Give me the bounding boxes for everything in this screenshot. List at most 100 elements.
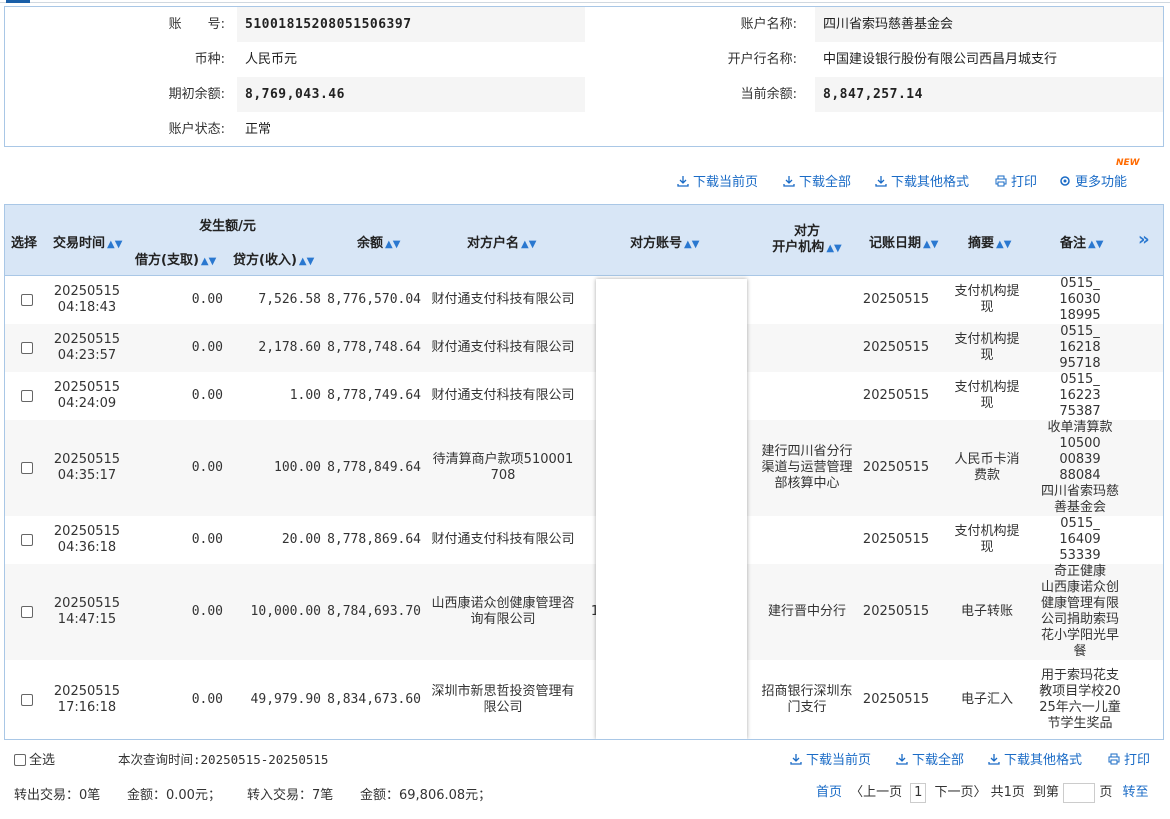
- cell-debit: 0.00: [191, 340, 223, 355]
- row-checkbox[interactable]: [21, 294, 33, 306]
- current-page[interactable]: 1: [910, 783, 927, 803]
- cell-balance: 8,778,749.64: [327, 388, 421, 403]
- current-balance-label: 当前余额:: [740, 87, 797, 102]
- printer-icon: [995, 175, 1007, 187]
- cell-summary: 支付机构提现: [954, 380, 1020, 411]
- account-name-label: 账户名称:: [740, 17, 797, 32]
- footer-download-all-button[interactable]: 下载全部: [896, 749, 964, 768]
- account-info-panel: 账 号: 51001815208051506397 账户名称: 四川省索玛慈善基…: [4, 6, 1164, 147]
- row-checkbox[interactable]: [21, 462, 33, 474]
- sort-icon: ▲▼: [923, 239, 939, 250]
- first-page-link[interactable]: 首页: [816, 785, 842, 800]
- new-badge: NEW: [1116, 158, 1140, 168]
- cell-counterparty-bank: [761, 372, 853, 420]
- goto-button[interactable]: 转至: [1122, 785, 1148, 800]
- header-remark[interactable]: 备注 ▲▼: [1060, 232, 1103, 251]
- select-all[interactable]: 全选: [14, 749, 55, 768]
- cell-balance: 8,776,570.04: [327, 292, 421, 307]
- header-credit[interactable]: 贷方(收入) ▲▼: [233, 249, 314, 268]
- table-row[interactable]: 20250515 14:47:15 0.00 10,000.00 8,784,693.7…: [5, 564, 1163, 660]
- cell-debit: 0.00: [191, 388, 223, 403]
- row-checkbox[interactable]: [21, 694, 33, 706]
- row-select[interactable]: [19, 660, 35, 739]
- table-row[interactable]: 20250515 04:23:57 0.00 2,178.60 8,778,748.64…: [5, 324, 1163, 372]
- print-label: 打印: [1011, 175, 1038, 190]
- cell-time: 20250515 04:23:57: [53, 332, 121, 363]
- row-select[interactable]: [19, 372, 35, 420]
- cell-summary: 电子汇入: [960, 692, 1013, 707]
- cell-balance: 8,834,673.60: [327, 692, 421, 707]
- bank-value: 中国建设银行股份有限公司西昌月城支行: [823, 52, 1058, 67]
- footer-download-other-button[interactable]: 下载其他格式: [988, 749, 1082, 768]
- header-summary[interactable]: 摘要 ▲▼: [968, 232, 1011, 251]
- table-row[interactable]: 20250515 04:24:09 0.00 1.00 8,778,749.64 财付通支…: [5, 372, 1163, 420]
- info-row: 账 号: 51001815208051506397 账户名称: 四川省索玛慈善基…: [5, 7, 1163, 42]
- download-icon: [988, 754, 1000, 765]
- download-other-label: 下载其他格式: [891, 175, 970, 190]
- select-all-checkbox[interactable]: [14, 754, 26, 766]
- cell-summary: 支付机构提现: [954, 284, 1020, 315]
- row-select[interactable]: [19, 420, 35, 516]
- sort-icon: ▲▼: [385, 239, 401, 250]
- header-balance[interactable]: 余额 ▲▼: [357, 232, 400, 251]
- cell-counterparty-bank: [761, 324, 853, 372]
- cell-post-date: 20250515: [862, 604, 930, 619]
- goto-page-input[interactable]: [1063, 782, 1096, 803]
- cell-credit: 7,526.58: [258, 292, 321, 307]
- download-all-button[interactable]: 下载全部: [783, 172, 851, 194]
- cell-time: 20250515 04:18:43: [53, 284, 121, 315]
- more-columns-icon[interactable]: »: [1138, 229, 1150, 250]
- cell-credit: 10,000.00: [250, 604, 321, 619]
- next-page-link[interactable]: 下一页〉: [934, 785, 986, 800]
- table-row[interactable]: 20250515 04:18:43 0.00 7,526.58 8,776,570.04…: [5, 276, 1163, 324]
- sort-icon: ▲▼: [826, 243, 842, 254]
- download-icon: [790, 754, 802, 765]
- row-checkbox[interactable]: [21, 534, 33, 546]
- currency-label: 币种:: [194, 52, 225, 67]
- cell-balance: 8,778,748.64: [327, 340, 421, 355]
- cell-remark: 0515_ 16409 53339: [1059, 516, 1101, 563]
- cell-remark: 0515_ 16223 75387: [1059, 372, 1101, 419]
- download-other-button[interactable]: 下载其他格式: [875, 172, 969, 194]
- more-functions-button[interactable]: 更多功能: [1059, 172, 1127, 194]
- download-icon: [677, 176, 689, 187]
- sort-icon: ▲▼: [684, 239, 700, 250]
- cell-debit: 0.00: [191, 532, 223, 547]
- download-current-button[interactable]: 下载当前页: [677, 172, 758, 194]
- table-row[interactable]: 20250515 17:16:18 0.00 49,979.90 8,834,673.6…: [5, 660, 1163, 739]
- cell-counterparty-name: 财付通支付科技有限公司: [431, 292, 575, 307]
- row-checkbox[interactable]: [21, 390, 33, 402]
- opening-balance-value: 8,769,043.46: [245, 87, 345, 102]
- cell-counterparty-name: 待清算商户款项510001708: [432, 452, 574, 483]
- header-post-date[interactable]: 记账日期 ▲▼: [869, 232, 938, 251]
- row-checkbox[interactable]: [21, 342, 33, 354]
- cell-credit: 100.00: [274, 460, 321, 475]
- cell-balance: 8,778,869.64: [327, 532, 421, 547]
- row-select[interactable]: [19, 276, 35, 324]
- row-select[interactable]: [19, 324, 35, 372]
- opening-balance-label: 期初余额:: [168, 87, 225, 102]
- footer-print-button[interactable]: 打印: [1108, 749, 1150, 768]
- cell-credit: 49,979.90: [250, 692, 321, 707]
- row-checkbox[interactable]: [21, 606, 33, 618]
- cell-time: 20250515 04:24:09: [53, 380, 121, 411]
- cell-post-date: 20250515: [862, 460, 930, 475]
- table-header: 选择 交易时间 ▲▼ 发生额/元 借方(支取) ▲▼ 贷方(收入) ▲▼ 余额 ▲▼ 对…: [5, 205, 1163, 276]
- table-row[interactable]: 20250515 04:36:18 0.00 20.00 8,778,869.64 财付通…: [5, 516, 1163, 564]
- row-select[interactable]: [19, 564, 35, 660]
- cell-counterparty-bank: 建行晋中分行: [767, 604, 846, 619]
- print-button[interactable]: 打印: [995, 172, 1037, 194]
- header-counterparty-bank[interactable]: 对方 开户机构 ▲▼: [767, 224, 847, 257]
- header-time[interactable]: 交易时间 ▲▼: [53, 232, 122, 251]
- cell-remark: 收单清算款 10500 00839 88084 四川省索玛慈善基金会: [1040, 420, 1119, 515]
- transactions-table: 选择 交易时间 ▲▼ 发生额/元 借方(支取) ▲▼ 贷方(收入) ▲▼ 余额 ▲▼ 对…: [4, 204, 1164, 740]
- header-counterparty-account[interactable]: 对方账号 ▲▼: [630, 232, 699, 251]
- row-select[interactable]: [19, 516, 35, 564]
- footer-download-current-button[interactable]: 下载当前页: [790, 749, 871, 768]
- table-row[interactable]: 20250515 04:35:17 0.00 100.00 8,778,849.64 待清…: [5, 420, 1163, 516]
- out-amount: 金额：0.00元；: [127, 788, 221, 803]
- prev-page-link[interactable]: 〈上一页: [850, 785, 902, 800]
- header-counterparty-name[interactable]: 对方户名 ▲▼: [467, 232, 536, 251]
- header-debit[interactable]: 借方(支取) ▲▼: [135, 249, 216, 268]
- sort-icon: ▲▼: [1088, 239, 1104, 250]
